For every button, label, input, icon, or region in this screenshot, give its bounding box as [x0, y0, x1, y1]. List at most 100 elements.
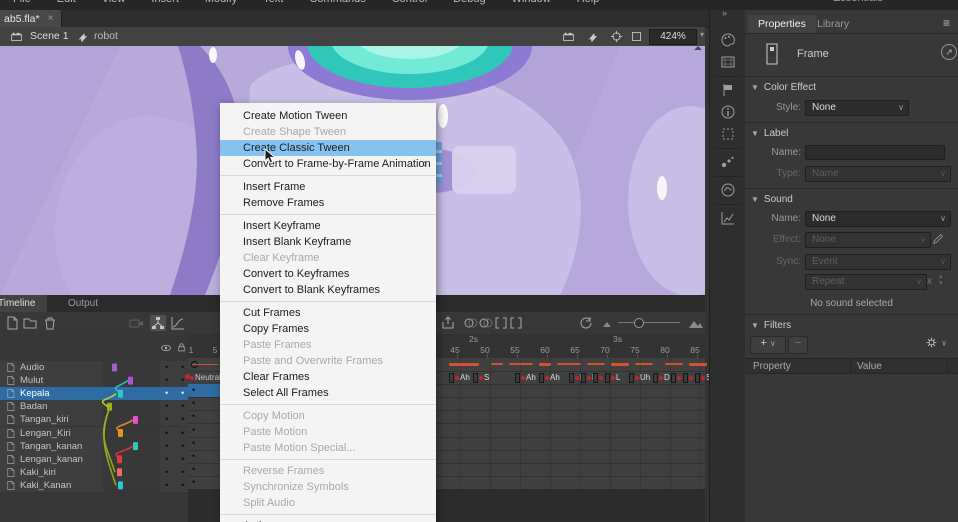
parenting-view-icon[interactable] — [150, 315, 166, 331]
menu-item-insert-blank-keyframe[interactable]: Insert Blank Keyframe — [220, 234, 436, 250]
workspace-switcher[interactable]: Essentials — [833, 0, 883, 4]
menubar-item-debug[interactable]: Debug — [440, 0, 498, 7]
visibility-dot[interactable]: • — [165, 361, 168, 374]
tab-properties[interactable]: Properties — [748, 15, 816, 33]
menubar-item-text[interactable]: Text — [250, 0, 296, 7]
color-panel-icon[interactable] — [720, 32, 736, 48]
visibility-dot[interactable]: • — [165, 479, 168, 492]
transform-panel-icon[interactable] — [720, 126, 736, 142]
info-panel-icon[interactable] — [720, 104, 736, 120]
visibility-dot[interactable]: • — [165, 387, 168, 400]
menu-item-convert-to-frame-by-frame-animation[interactable]: Convert to Frame-by-Frame Animation› — [220, 156, 436, 172]
onion-skin-icon[interactable] — [463, 315, 479, 331]
menubar-item-commands[interactable]: Commands — [296, 0, 378, 7]
layer-row-kepala[interactable]: Kepala•• — [0, 387, 188, 401]
onion-range-icon[interactable] — [508, 315, 524, 331]
zoom-in-timeline-icon[interactable] — [688, 315, 704, 331]
layer-row-audio[interactable]: Audio•• — [0, 361, 188, 375]
publish-frame-icon[interactable] — [440, 315, 456, 331]
new-layer-icon[interactable] — [4, 315, 20, 331]
close-tab-icon[interactable]: × — [48, 13, 54, 24]
zoom-dropdown-icon[interactable]: ▾ — [700, 30, 704, 39]
lock-dot[interactable]: • — [181, 400, 184, 413]
align-panel-icon[interactable] — [720, 82, 736, 98]
menu-item-clear-frames[interactable]: Clear Frames — [220, 369, 436, 385]
layer-row-lengan_kanan[interactable]: Lengan_kanan•• — [0, 453, 188, 467]
menu-item-convert-to-blank-keyframes[interactable]: Convert to Blank Keyframes — [220, 282, 436, 298]
history-panel-icon[interactable] — [720, 210, 736, 226]
menu-item-create-classic-tween[interactable]: Create Classic Tween — [220, 140, 436, 156]
visibility-dot[interactable]: • — [165, 427, 168, 440]
center-frame-icon[interactable] — [610, 30, 623, 43]
layer-row-mulut[interactable]: Mulut•• — [0, 374, 188, 388]
visibility-dot[interactable]: • — [165, 413, 168, 426]
visibility-dot[interactable]: • — [165, 466, 168, 479]
lock-dot[interactable]: • — [181, 387, 184, 400]
layer-row-kaki_kiri[interactable]: Kaki_kiri•• — [0, 466, 188, 480]
menu-item-cut-frames[interactable]: Cut Frames — [220, 305, 436, 321]
visibility-dot[interactable]: • — [165, 453, 168, 466]
style-select[interactable]: None∨ — [805, 100, 909, 116]
menu-item-select-all-frames[interactable]: Select All Frames — [220, 385, 436, 401]
section-label[interactable]: ▼Label — [751, 128, 788, 139]
edit-sound-envelope-pencil-icon[interactable] — [931, 232, 945, 246]
filter-options-button[interactable]: ∨ — [921, 336, 951, 352]
collapse-panels-icon[interactable]: » — [722, 8, 727, 18]
brush-library-panel-icon[interactable] — [720, 154, 736, 170]
panel-menu-icon[interactable]: ≡ — [943, 16, 950, 30]
graph-editor-icon[interactable] — [170, 315, 186, 331]
menu-item-insert-keyframe[interactable]: Insert Keyframe — [220, 218, 436, 234]
layer-row-tangan_kanan[interactable]: Tangan_kanan•• — [0, 440, 188, 454]
zoom-out-timeline-icon[interactable] — [600, 315, 616, 331]
menubar-item-control[interactable]: Control — [379, 0, 440, 7]
remove-filter-button[interactable]: − — [788, 336, 808, 354]
new-folder-icon[interactable] — [22, 315, 38, 331]
menu-item-create-motion-tween[interactable]: Create Motion Tween — [220, 108, 436, 124]
menubar-item-help[interactable]: Help — [564, 0, 613, 7]
menu-item-insert-frame[interactable]: Insert Frame — [220, 179, 436, 195]
document-tab[interactable]: ab5.fla* × — [0, 10, 62, 27]
visibility-column-eye-icon[interactable] — [160, 342, 172, 354]
timeline-zoom-slider-track[interactable] — [618, 322, 680, 323]
edit-symbols-icon[interactable] — [586, 30, 599, 43]
edit-scene-icon[interactable] — [562, 30, 575, 43]
menubar-item-view[interactable]: View — [89, 0, 139, 7]
menubar-item-window[interactable]: Window — [499, 0, 564, 7]
tab-library[interactable]: Library — [807, 15, 859, 33]
repeat-count-stepper[interactable]: ▴▾ — [939, 273, 943, 287]
swatches-panel-icon[interactable] — [720, 54, 736, 70]
menu-item-remove-frames[interactable]: Remove Frames — [220, 195, 436, 211]
menu-item-convert-to-keyframes[interactable]: Convert to Keyframes — [220, 266, 436, 282]
menubar-item-edit[interactable]: Edit — [44, 0, 89, 7]
loop-icon[interactable] — [578, 315, 594, 331]
clip-content-icon[interactable] — [630, 30, 643, 43]
visibility-dot[interactable]: • — [165, 374, 168, 387]
tab-timeline[interactable]: Timeline — [0, 295, 47, 312]
lock-dot[interactable]: • — [181, 440, 184, 453]
lock-dot[interactable]: • — [181, 374, 184, 387]
timeline-zoom-slider-knob[interactable] — [634, 318, 644, 328]
lock-dot[interactable]: • — [181, 361, 184, 374]
menu-item-copy-frames[interactable]: Copy Frames — [220, 321, 436, 337]
sound-name-select[interactable]: None∨ — [805, 211, 951, 227]
lock-dot[interactable]: • — [181, 427, 184, 440]
quick-share-icon[interactable]: ↗ — [941, 44, 957, 60]
layer-row-lengan_kiri[interactable]: Lengan_Kiri•• — [0, 427, 188, 441]
camera-icon[interactable] — [128, 315, 144, 331]
section-filters[interactable]: ▼Filters — [751, 320, 791, 331]
menubar-item-insert[interactable]: Insert — [138, 0, 192, 7]
section-color-effect[interactable]: ▼Color Effect — [751, 82, 816, 93]
lock-dot[interactable]: • — [181, 413, 184, 426]
breadcrumb-scene[interactable]: Scene 1 — [30, 30, 69, 42]
menubar-item-modify[interactable]: Modify — [192, 0, 250, 7]
add-filter-button[interactable]: + ∨ — [750, 336, 786, 354]
layer-row-kaki_kanan[interactable]: Kaki_Kanan•• — [0, 479, 188, 493]
onion-outline-icon[interactable] — [478, 315, 494, 331]
layer-row-badan[interactable]: Badan•• — [0, 400, 188, 414]
edit-multiple-frames-icon[interactable] — [493, 315, 509, 331]
lock-dot[interactable]: • — [181, 466, 184, 479]
section-sound[interactable]: ▼Sound — [751, 194, 793, 205]
menu-item-actions[interactable]: Actions — [220, 518, 436, 522]
tab-output[interactable]: Output — [56, 295, 110, 312]
lock-dot[interactable]: • — [181, 479, 184, 492]
